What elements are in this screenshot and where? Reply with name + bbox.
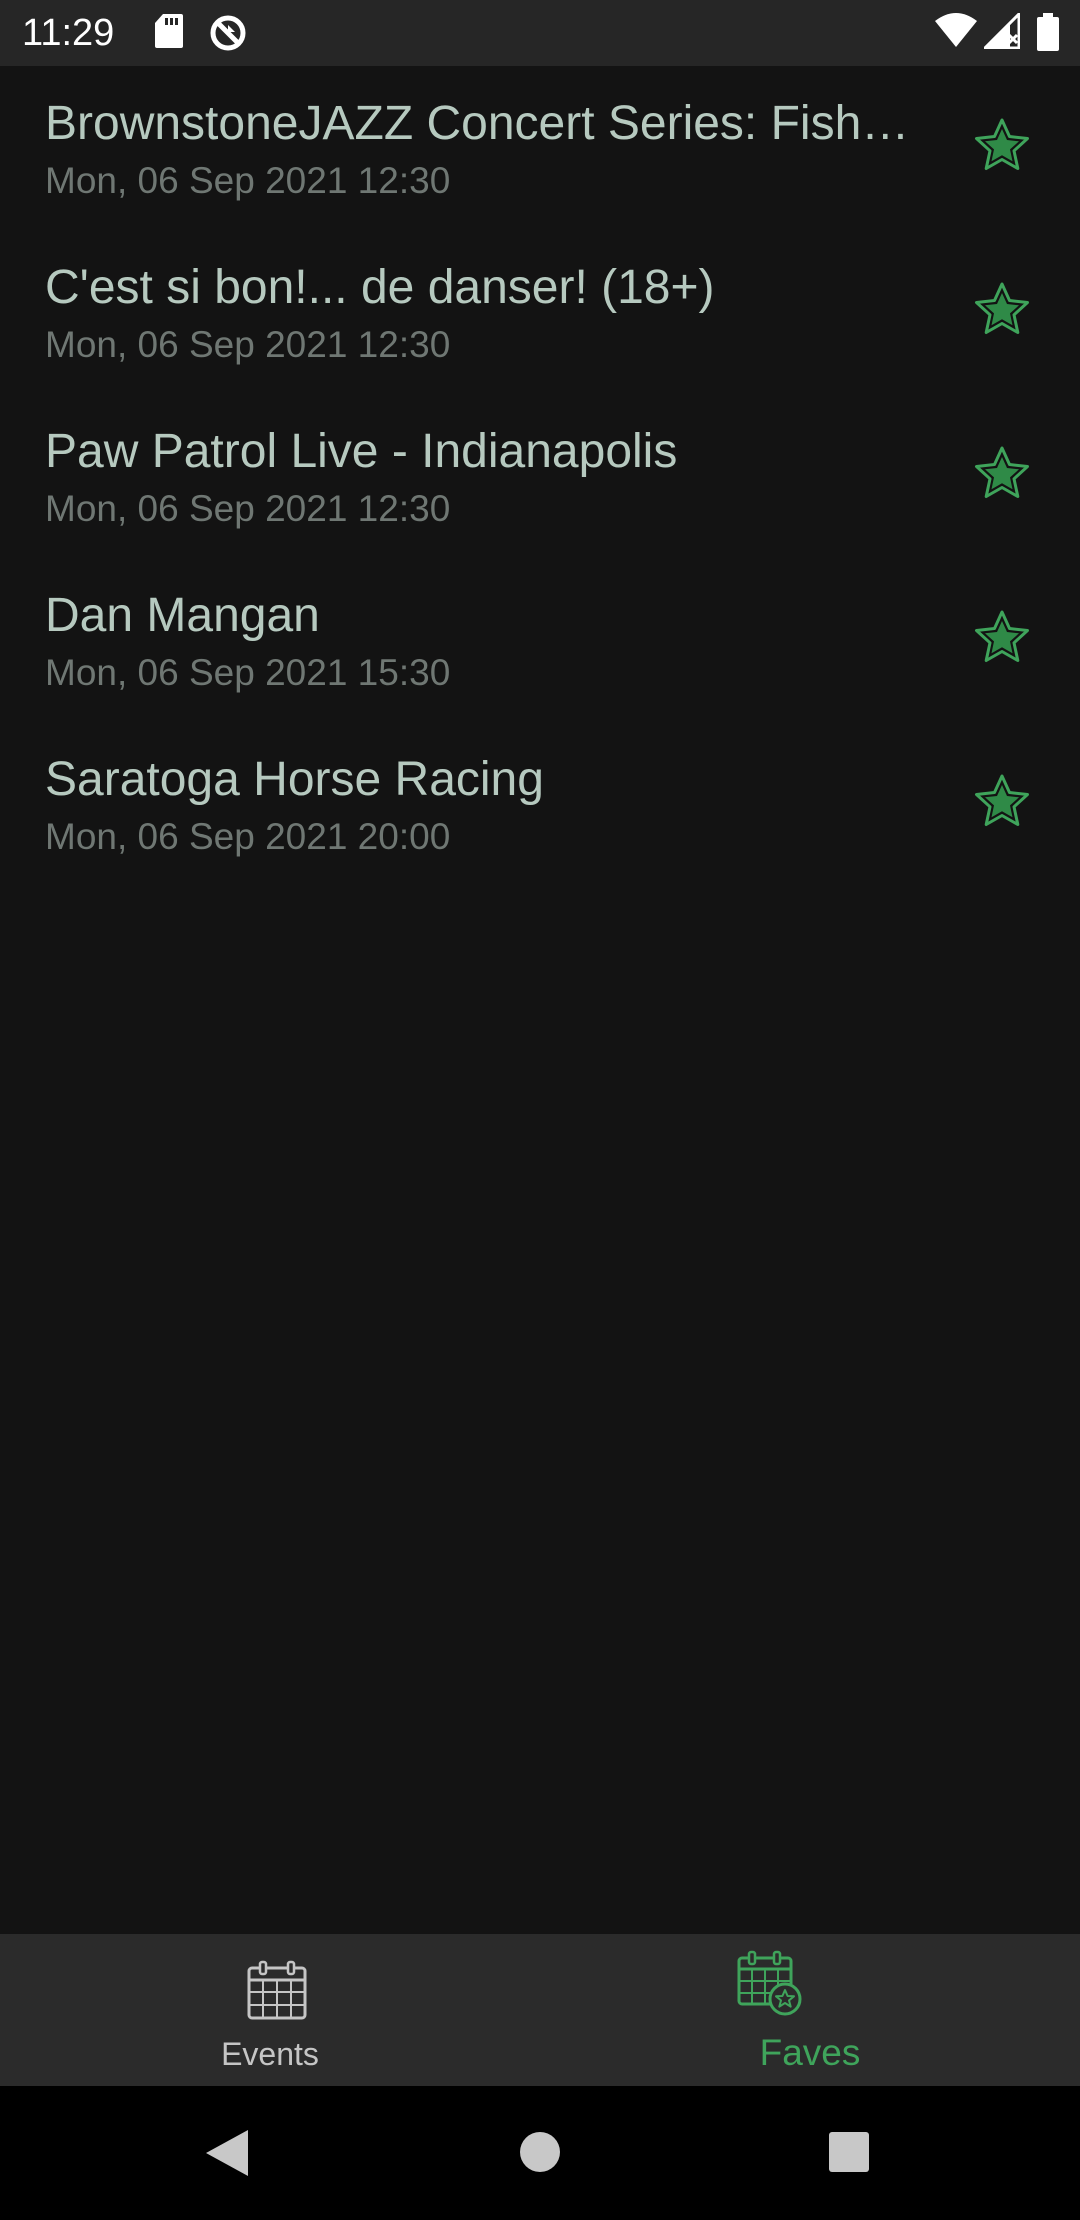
calendar-star-icon: [737, 1950, 802, 2016]
signal-icon: [984, 13, 1020, 49]
nav-tab-events[interactable]: Events: [0, 1934, 540, 2086]
system-navigation-bar: [0, 2086, 1080, 2220]
nav-label-events: Events: [221, 2036, 319, 2072]
event-datetime: Mon, 06 Sep 2021 15:30: [45, 652, 451, 693]
wifi-icon: [935, 13, 977, 47]
event-datetime: Mon, 06 Sep 2021 12:30: [45, 160, 451, 201]
event-row[interactable]: Saratoga Horse Racing Mon, 06 Sep 2021 2…: [0, 722, 1080, 886]
event-title: Dan Mangan: [45, 589, 320, 642]
event-list: BrownstoneJAZZ Concert Series: Fishers P…: [0, 66, 1080, 886]
event-row[interactable]: Paw Patrol Live - Indianapolis Mon, 06 S…: [0, 394, 1080, 558]
event-datetime: Mon, 06 Sep 2021 20:00: [45, 816, 451, 857]
sd-card-icon: [155, 14, 183, 48]
fave-star-icon[interactable]: [972, 444, 1032, 504]
fave-star-icon[interactable]: [972, 116, 1032, 176]
back-icon[interactable]: [204, 2128, 250, 2178]
event-title: Paw Patrol Live - Indianapolis: [45, 425, 678, 478]
status-bar: 11:29: [0, 0, 1080, 66]
app-screen: 11:29 BrownstoneJAZZ Concert Series: Fis…: [0, 0, 1080, 2220]
event-title: C'est si bon!... de danser! (18+): [45, 261, 715, 314]
fave-star-icon[interactable]: [972, 608, 1032, 668]
nav-tab-faves[interactable]: Faves: [540, 1934, 1080, 2086]
fave-star-icon[interactable]: [972, 280, 1032, 340]
event-row[interactable]: C'est si bon!... de danser! (18+) Mon, 0…: [0, 230, 1080, 394]
bottom-navigation: Events Faves: [0, 1934, 1080, 2086]
home-icon[interactable]: [518, 2130, 562, 2174]
event-title: Saratoga Horse Racing: [45, 753, 544, 806]
event-title: BrownstoneJAZZ Concert Series: Fishers P…: [45, 97, 930, 150]
nav-label-faves: Faves: [759, 2032, 861, 2073]
status-time: 11:29: [22, 12, 115, 54]
event-datetime: Mon, 06 Sep 2021 12:30: [45, 324, 451, 365]
battery-icon: [1037, 13, 1059, 51]
event-row[interactable]: BrownstoneJAZZ Concert Series: Fishers P…: [0, 66, 1080, 230]
event-row[interactable]: Dan Mangan Mon, 06 Sep 2021 15:30: [0, 558, 1080, 722]
fave-star-icon[interactable]: [972, 772, 1032, 832]
calendar-icon: [247, 1960, 307, 2020]
event-datetime: Mon, 06 Sep 2021 12:30: [45, 488, 451, 529]
data-saver-icon: [210, 15, 246, 51]
recents-icon[interactable]: [828, 2131, 870, 2173]
